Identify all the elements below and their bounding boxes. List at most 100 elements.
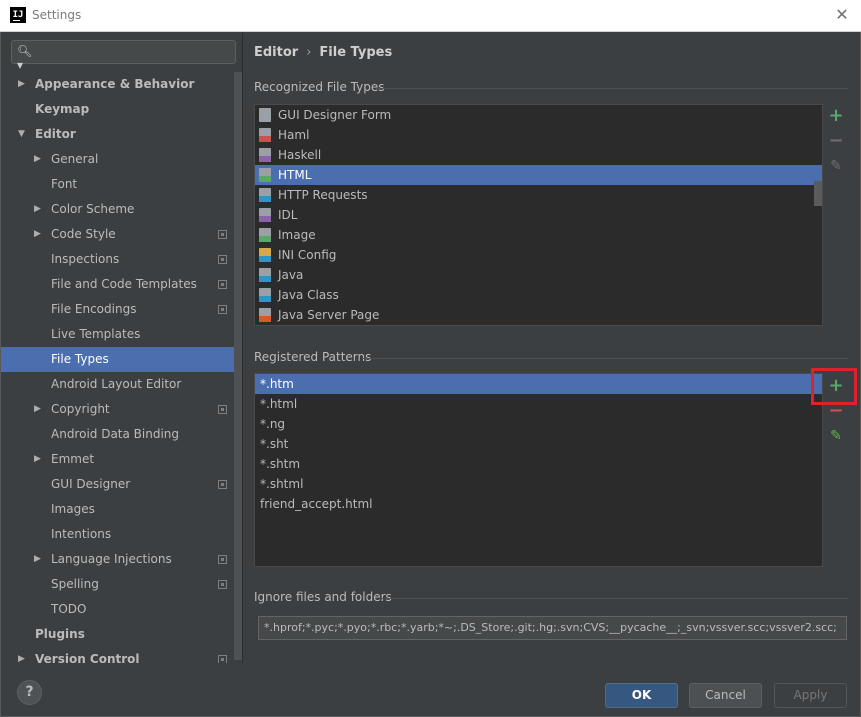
sidebar-item-label: Inspections xyxy=(51,252,120,266)
edit-pattern-button[interactable]: ✎ xyxy=(823,425,849,447)
breadcrumb-parent: Editor xyxy=(254,45,299,60)
recognized-file-types-label: Recognized File Types xyxy=(254,80,385,94)
sidebar-item-file-encodings[interactable]: File Encodings xyxy=(1,297,234,322)
pattern-row[interactable]: *.sht xyxy=(255,434,822,454)
sidebar-item-font[interactable]: Font xyxy=(1,172,234,197)
project-scope-icon xyxy=(218,580,227,589)
apply-button[interactable]: Apply xyxy=(774,683,847,708)
sidebar-item-label: Keymap xyxy=(35,102,90,116)
expand-right-icon[interactable]: ▶ xyxy=(34,197,44,222)
file-type-label: Haml xyxy=(278,128,310,142)
sidebar-item-general[interactable]: ▶ General xyxy=(1,147,234,172)
help-button[interactable]: ? xyxy=(17,680,42,705)
sidebar-item-label: Color Scheme xyxy=(51,202,135,216)
file-type-row[interactable]: HTTP Requests xyxy=(255,185,822,205)
sidebar-item-file-types[interactable]: File Types xyxy=(1,347,234,372)
sidebar-item-images[interactable]: Images xyxy=(1,497,234,522)
sidebar-item-label: Spelling xyxy=(51,577,99,591)
file-types-scrollbar[interactable] xyxy=(814,181,822,206)
pattern-row[interactable]: *.html xyxy=(255,394,822,414)
sidebar-item-android-data-binding[interactable]: Android Data Binding xyxy=(1,422,234,447)
sidebar-item-language-injections[interactable]: ▶ Language Injections xyxy=(1,547,234,572)
pattern-label: *.shtm xyxy=(260,457,301,471)
file-type-label: GUI Designer Form xyxy=(278,108,392,122)
sidebar-item-label: Editor xyxy=(35,127,76,141)
expand-right-icon[interactable]: ▶ xyxy=(34,222,44,247)
registered-patterns-list[interactable]: *.htm *.html *.ng *.sht *.shtm *.shtml friend_… xyxy=(254,373,823,567)
sidebar-item-label: Code Style xyxy=(51,227,116,241)
sidebar-item-label: Images xyxy=(51,502,95,516)
expand-right-icon[interactable]: ▶ xyxy=(18,72,28,97)
expand-right-icon[interactable]: ▶ xyxy=(34,397,44,422)
file-type-row[interactable]: Java Class xyxy=(255,285,822,305)
java-class-icon xyxy=(259,288,271,302)
file-type-row[interactable]: Image xyxy=(255,225,822,245)
sidebar-item-keymap[interactable]: Keymap xyxy=(1,97,234,122)
add-file-type-button[interactable]: + xyxy=(823,105,849,127)
sidebar-item-todo[interactable]: TODO xyxy=(1,597,234,622)
file-type-row[interactable]: Haml xyxy=(255,125,822,145)
file-type-row[interactable]: Haskell xyxy=(255,145,822,165)
sidebar-item-emmet[interactable]: ▶ Emmet xyxy=(1,447,234,472)
sidebar-item-code-style[interactable]: ▶ Code Style xyxy=(1,222,234,247)
project-scope-icon xyxy=(218,255,227,264)
expand-right-icon[interactable]: ▶ xyxy=(34,447,44,472)
file-type-label: Java Server Page xyxy=(278,308,380,322)
edit-file-type-button[interactable]: ✎ xyxy=(823,155,849,177)
file-type-row[interactable]: Java xyxy=(255,265,822,285)
ignore-files-label: Ignore files and folders xyxy=(254,590,392,604)
settings-search-input[interactable]: 🔍︎▾ xyxy=(11,40,236,72)
sidebar-scrollbar[interactable] xyxy=(234,72,242,660)
sidebar-item-appearance-behavior[interactable]: ▶ Appearance & Behavior xyxy=(1,72,234,97)
pattern-row[interactable]: *.htm xyxy=(255,374,822,394)
file-type-row[interactable]: INI Config xyxy=(255,245,822,265)
remove-file-type-button[interactable]: − xyxy=(823,130,849,152)
expand-right-icon[interactable]: ▶ xyxy=(34,147,44,172)
sidebar-item-editor[interactable]: ▼ Editor xyxy=(1,122,234,147)
breadcrumb-current: File Types xyxy=(319,45,393,60)
file-type-label: Haskell xyxy=(278,148,322,162)
sidebar-item-color-scheme[interactable]: ▶ Color Scheme xyxy=(1,197,234,222)
sidebar-item-label: Android Layout Editor xyxy=(51,377,182,391)
file-type-row[interactable]: Java Server Page xyxy=(255,305,822,325)
sidebar-item-label: TODO xyxy=(51,602,87,616)
cancel-button[interactable]: Cancel xyxy=(689,683,762,708)
sidebar-item-file-and-code-templates[interactable]: File and Code Templates xyxy=(1,272,234,297)
pattern-row[interactable]: *.ng xyxy=(255,414,822,434)
file-type-row[interactable]: HTML xyxy=(255,165,822,185)
haml-file-icon xyxy=(259,128,271,142)
dialog-button-bar: ? OK Cancel Apply xyxy=(1,663,860,716)
sidebar-item-intentions[interactable]: Intentions xyxy=(1,522,234,547)
remove-pattern-button[interactable]: − xyxy=(823,400,849,422)
ignore-files-input[interactable]: *.hprof;*.pyc;*.pyo;*.rbc;*.yarb;*~;.DS_… xyxy=(258,616,847,640)
sidebar-item-label: Emmet xyxy=(51,452,95,466)
ok-button[interactable]: OK xyxy=(605,683,678,708)
pattern-row[interactable]: *.shtml xyxy=(255,474,822,494)
sidebar-item-plugins[interactable]: Plugins xyxy=(1,622,234,647)
sidebar-item-label: Copyright xyxy=(51,402,110,416)
idl-file-icon xyxy=(259,208,271,222)
file-type-row[interactable]: GUI Designer Form xyxy=(255,105,822,125)
sidebar-item-inspections[interactable]: Inspections xyxy=(1,247,234,272)
sidebar-item-copyright[interactable]: ▶ Copyright xyxy=(1,397,234,422)
file-type-label: INI Config xyxy=(278,248,337,262)
sidebar-item-gui-designer[interactable]: GUI Designer xyxy=(1,472,234,497)
pattern-row[interactable]: *.shtm xyxy=(255,454,822,474)
file-type-label: Image xyxy=(278,228,316,242)
sidebar-item-live-templates[interactable]: Live Templates xyxy=(1,322,234,347)
sidebar-item-spelling[interactable]: Spelling xyxy=(1,572,234,597)
close-icon[interactable]: ✕ xyxy=(833,6,851,24)
pattern-row[interactable]: friend_accept.html xyxy=(255,494,822,514)
sidebar-item-android-layout-editor[interactable]: Android Layout Editor xyxy=(1,372,234,397)
add-pattern-button[interactable]: + xyxy=(823,375,849,397)
sidebar-item-label: Android Data Binding xyxy=(51,427,180,441)
title-bar: IJ Settings ✕ xyxy=(0,0,861,32)
file-type-row[interactable]: IDL xyxy=(255,205,822,225)
recognized-file-types-list[interactable]: GUI Designer Form Haml Haskell HTML HTTP Req… xyxy=(254,104,823,326)
expand-down-icon[interactable]: ▼ xyxy=(18,122,28,147)
file-type-label: HTTP Requests xyxy=(278,188,368,202)
project-scope-icon xyxy=(218,280,227,289)
expand-right-icon[interactable]: ▶ xyxy=(34,547,44,572)
breadcrumb: Editor › File Types xyxy=(254,45,392,60)
sidebar-item-label: File Encodings xyxy=(51,302,137,316)
